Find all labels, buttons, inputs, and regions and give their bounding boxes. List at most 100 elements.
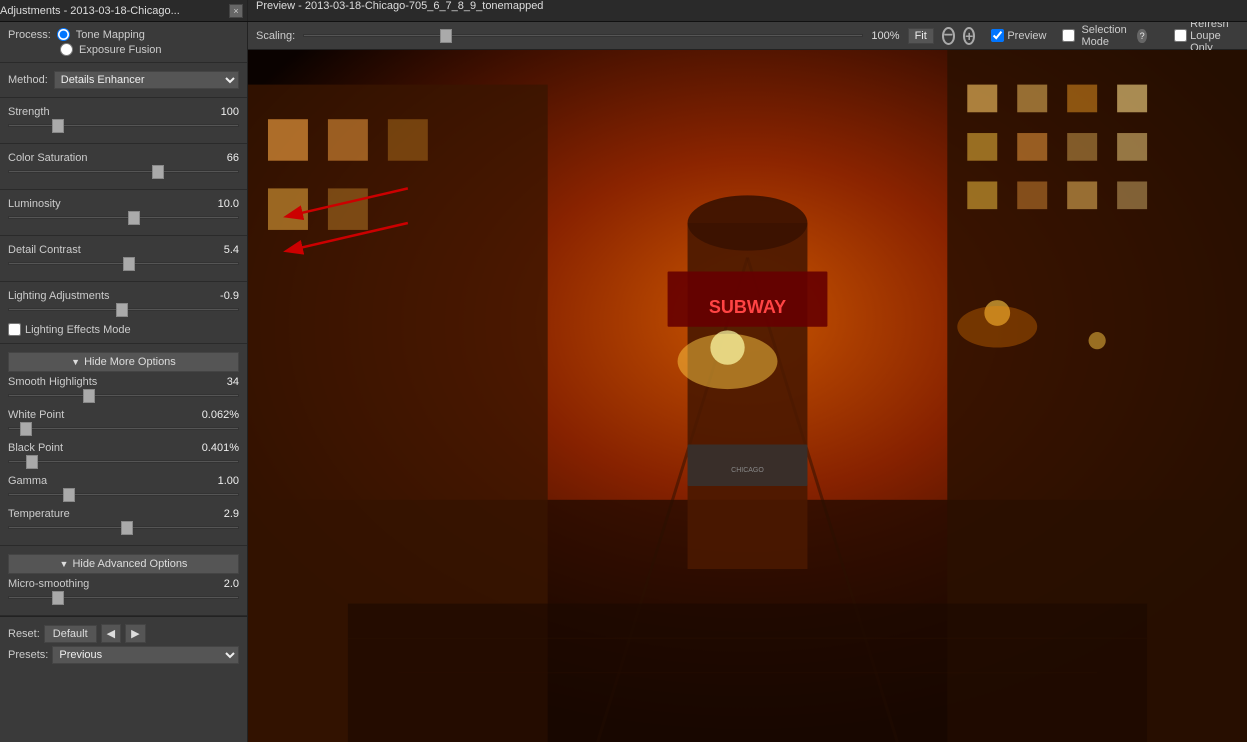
temperature-value: 2.9 — [224, 508, 239, 520]
hdr-scene-svg: SUBWAY — [248, 50, 1247, 742]
gamma-label: Gamma — [8, 475, 47, 487]
temperature-slider[interactable] — [8, 520, 239, 534]
luminosity-value: 10.0 — [218, 198, 239, 210]
black-point-container: Black Point 0.401% — [8, 442, 239, 471]
luminosity-slider[interactable] — [8, 210, 239, 224]
tone-mapping-label: Tone Mapping — [76, 29, 145, 41]
svg-text:SUBWAY: SUBWAY — [709, 297, 786, 317]
presets-row: Presets: Previous — [8, 646, 239, 664]
reset-row: Reset: Default ◀ ▶ — [8, 624, 239, 643]
svg-text:CHICAGO: CHICAGO — [731, 467, 764, 474]
more-options-label: Hide More Options — [84, 356, 176, 368]
scaling-value: 100% — [871, 30, 899, 42]
color-saturation-section: Color Saturation 66 — [0, 144, 247, 190]
color-saturation-label: Color Saturation — [8, 152, 88, 164]
color-saturation-value: 66 — [227, 152, 239, 164]
advanced-options-arrow: ▼ — [60, 559, 69, 569]
strength-slider-container: Strength 100 — [8, 106, 239, 135]
scaling-slider[interactable] — [303, 29, 863, 43]
lighting-adjustments-slider[interactable] — [8, 302, 239, 316]
preview-panel: Scaling: 100% Fit − + Preview Selection … — [248, 22, 1247, 742]
presets-label: Presets: — [8, 649, 48, 661]
bottom-panel: Reset: Default ◀ ▶ Presets: Previous — [0, 616, 247, 671]
selection-mode-area: Selection Mode ? — [1062, 24, 1146, 48]
advanced-options-label: Hide Advanced Options — [72, 558, 187, 570]
micro-smoothing-slider[interactable] — [8, 590, 239, 604]
hdr-scene: SUBWAY — [248, 50, 1247, 742]
hide-advanced-options-button[interactable]: ▼ Hide Advanced Options — [8, 554, 239, 574]
right-title-bar: Preview - 2013-03-18-Chicago-705_6_7_8_9… — [248, 0, 1247, 21]
detail-contrast-slider-container: Detail Contrast 5.4 — [8, 244, 239, 273]
scaling-label: Scaling: — [256, 30, 295, 42]
smooth-highlights-label: Smooth Highlights — [8, 376, 97, 388]
black-point-value: 0.401% — [202, 442, 239, 454]
lighting-adjustments-value: -0.9 — [220, 290, 239, 302]
white-point-value: 0.062% — [202, 409, 239, 421]
refresh-loupe-checkbox[interactable] — [1174, 29, 1187, 42]
main-content: Process: Tone Mapping Exposure Fusion Me… — [0, 22, 1247, 742]
advanced-options-section: ▼ Hide Advanced Options Micro-smoothing … — [0, 546, 247, 616]
gamma-value: 1.00 — [218, 475, 239, 487]
exposure-fusion-radio[interactable] — [60, 43, 73, 56]
preview-checkbox-row: Preview — [991, 29, 1046, 42]
gamma-container: Gamma 1.00 — [8, 475, 239, 504]
luminosity-section: Luminosity 10.0 — [0, 190, 247, 236]
title-bar-container: Adjustments - 2013-03-18-Chicago... × Pr… — [0, 0, 1247, 22]
black-point-slider[interactable] — [8, 454, 239, 468]
micro-smoothing-value: 2.0 — [224, 578, 239, 590]
gamma-slider[interactable] — [8, 487, 239, 501]
micro-smoothing-label: Micro-smoothing — [8, 578, 89, 590]
left-title-text: Adjustments - 2013-03-18-Chicago... — [0, 5, 180, 17]
temperature-container: Temperature 2.9 — [8, 508, 239, 537]
redo-button[interactable]: ▶ — [125, 624, 145, 643]
white-point-slider[interactable] — [8, 421, 239, 435]
reset-label: Reset: — [8, 628, 40, 640]
smooth-highlights-slider[interactable] — [8, 388, 239, 402]
selection-mode-checkbox[interactable] — [1062, 29, 1075, 42]
detail-contrast-value: 5.4 — [224, 244, 239, 256]
detail-contrast-label-row: Detail Contrast 5.4 — [8, 244, 239, 256]
lighting-adjustments-slider-container: Lighting Adjustments -0.9 — [8, 290, 239, 319]
strength-slider[interactable] — [8, 118, 239, 132]
fit-button[interactable]: Fit — [908, 28, 934, 44]
close-button[interactable]: × — [229, 4, 243, 18]
luminosity-slider-container: Luminosity 10.0 — [8, 198, 239, 227]
detail-contrast-section: Detail Contrast 5.4 — [0, 236, 247, 282]
color-saturation-slider[interactable] — [8, 164, 239, 178]
process-label: Process: — [8, 29, 51, 41]
micro-smoothing-label-row: Micro-smoothing 2.0 — [8, 578, 239, 590]
hide-more-options-button[interactable]: ▼ Hide More Options — [8, 352, 239, 372]
tone-mapping-radio[interactable] — [57, 28, 70, 41]
white-point-label: White Point — [8, 409, 64, 421]
method-row: Method: Details Enhancer — [8, 71, 239, 89]
left-panel: Process: Tone Mapping Exposure Fusion Me… — [0, 22, 248, 742]
preview-checkbox[interactable] — [991, 29, 1004, 42]
lighting-adjustments-label-row: Lighting Adjustments -0.9 — [8, 290, 239, 302]
luminosity-label: Luminosity — [8, 198, 61, 210]
refresh-loupe-label: Refresh Loupe Only — [1190, 22, 1239, 54]
temperature-label: Temperature — [8, 508, 70, 520]
lighting-effects-label: Lighting Effects Mode — [25, 324, 131, 336]
process-section: Process: Tone Mapping Exposure Fusion — [0, 22, 247, 63]
exposure-fusion-label: Exposure Fusion — [79, 44, 162, 56]
default-button[interactable]: Default — [44, 625, 97, 643]
detail-contrast-label: Detail Contrast — [8, 244, 81, 256]
method-select[interactable]: Details Enhancer — [54, 71, 239, 89]
selection-mode-label: Selection Mode — [1081, 24, 1131, 48]
black-point-label: Black Point — [8, 442, 63, 454]
zoom-out-icon[interactable]: − — [942, 27, 955, 45]
preview-toolbar: Scaling: 100% Fit − + Preview Selection … — [248, 22, 1247, 50]
detail-contrast-slider[interactable] — [8, 256, 239, 270]
color-saturation-label-row: Color Saturation 66 — [8, 152, 239, 164]
white-point-container: White Point 0.062% — [8, 409, 239, 438]
refresh-loupe-row: Refresh Loupe Only — [1174, 22, 1239, 54]
strength-label-row: Strength 100 — [8, 106, 239, 118]
lighting-adjustments-label: Lighting Adjustments — [8, 290, 110, 302]
presets-select[interactable]: Previous — [52, 646, 239, 664]
selection-mode-help-icon[interactable]: ? — [1137, 29, 1146, 43]
zoom-in-icon[interactable]: + — [963, 27, 975, 45]
strength-label: Strength — [8, 106, 50, 118]
smooth-highlights-container: Smooth Highlights 34 — [8, 376, 239, 405]
lighting-effects-checkbox[interactable] — [8, 323, 21, 336]
undo-button[interactable]: ◀ — [101, 624, 121, 643]
